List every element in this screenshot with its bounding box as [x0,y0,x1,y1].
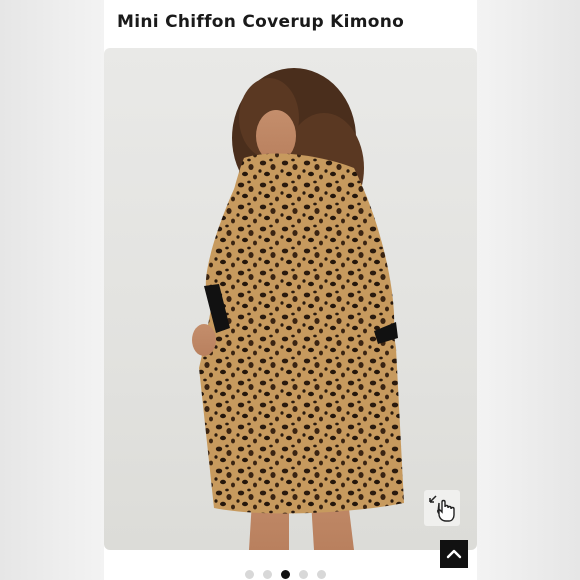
carousel-dot-1[interactable] [245,570,254,579]
carousel-dot-5[interactable] [317,570,326,579]
carousel-indicators [245,570,326,579]
product-title: Mini Chiffon Coverup Kimono [117,12,405,32]
product-photo [192,68,404,550]
right-backdrop [477,0,580,580]
chevron-up-icon [446,549,462,559]
carousel-dot-3[interactable] [281,570,290,579]
product-image[interactable] [104,48,477,550]
carousel-dot-4[interactable] [299,570,308,579]
zoom-button[interactable] [424,490,460,526]
scroll-to-top-button[interactable] [440,540,468,568]
hand-pointer-zoom-icon [429,495,455,522]
carousel-dot-2[interactable] [263,570,272,579]
left-backdrop [0,0,104,580]
